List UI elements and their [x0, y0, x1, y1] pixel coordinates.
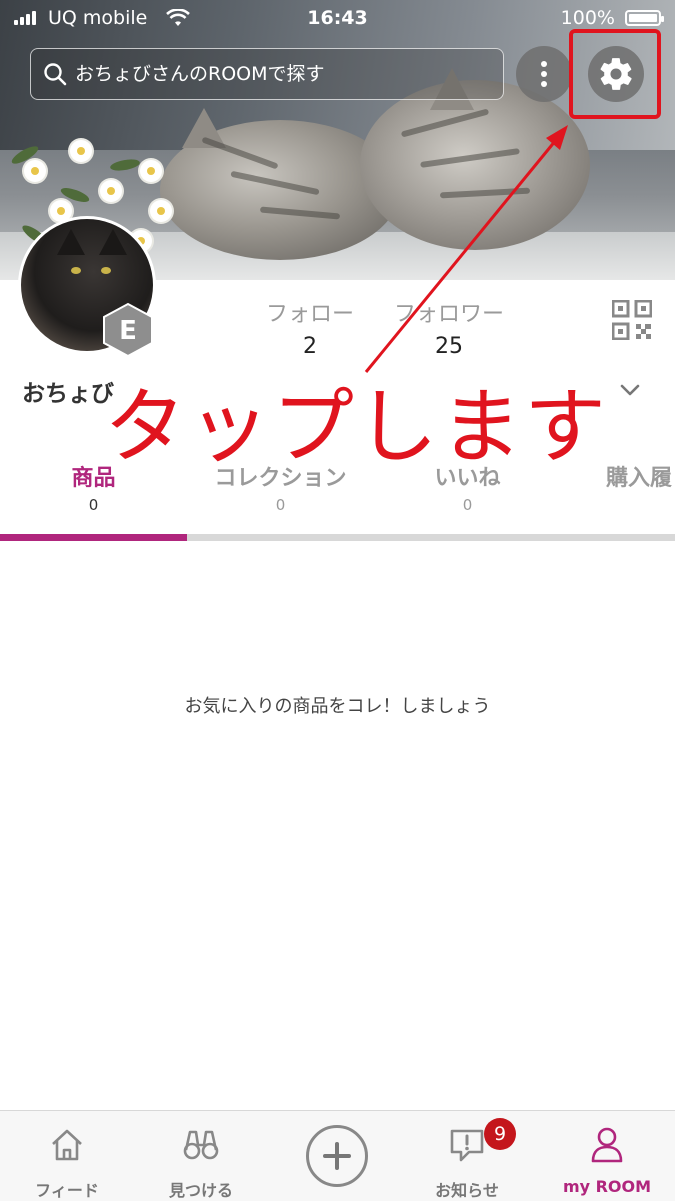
nav-discover[interactable]: 見つける: [146, 1111, 256, 1201]
follow-label: フォロー: [265, 302, 354, 327]
nav-label: 見つける: [168, 1181, 233, 1200]
rank-badge: E: [103, 302, 153, 358]
notification-icon: [450, 1129, 484, 1162]
followers-count: 25: [435, 334, 463, 359]
search-input[interactable]: [75, 49, 495, 99]
content-tabs: 商品 0 コレクション 0 いいね 0 購入履: [0, 460, 675, 542]
tab-products[interactable]: 商品 0: [0, 460, 187, 514]
empty-state-message: お気に入りの商品をコレ！しましょう: [184, 696, 491, 717]
qr-code-icon[interactable]: [612, 300, 652, 340]
chevron-down-icon[interactable]: [618, 378, 642, 402]
rank-letter: E: [119, 316, 137, 346]
tab-count: 0: [462, 496, 473, 514]
tab-label: 商品: [71, 466, 116, 491]
settings-highlight-box: [569, 29, 661, 119]
tab-purchase-history[interactable]: 購入履: [606, 460, 675, 492]
nav-label: フィード: [35, 1181, 99, 1200]
battery-percent: 100%: [560, 7, 615, 29]
nav-my-room[interactable]: my ROOM: [552, 1111, 662, 1201]
follow-stat[interactable]: フォロー 2: [262, 296, 358, 359]
tab-count: 0: [88, 496, 99, 514]
home-icon: [52, 1129, 82, 1161]
nav-feed[interactable]: フィード: [12, 1111, 122, 1201]
more-options-button[interactable]: [516, 46, 572, 102]
binoculars-icon: [183, 1130, 219, 1160]
follow-count: 2: [303, 334, 317, 359]
nav-label: お知らせ: [435, 1181, 499, 1200]
followers-label: フォロワー: [393, 302, 504, 327]
tab-label: 購入履: [606, 466, 673, 491]
bottom-nav: フィード 見つける お知らせ my ROOM: [0, 1110, 675, 1201]
tab-collections[interactable]: コレクション 0: [187, 460, 374, 514]
active-tab-indicator: [0, 534, 187, 541]
battery-icon: [625, 10, 664, 26]
add-item-button[interactable]: [306, 1125, 368, 1187]
person-icon: [591, 1127, 623, 1163]
tab-count: 0: [275, 496, 286, 514]
followers-stat[interactable]: フォロワー 25: [388, 296, 510, 359]
nav-label: my ROOM: [562, 1177, 652, 1196]
tab-label: いいね: [434, 466, 501, 491]
username: おちょび: [22, 381, 114, 407]
tab-label: コレクション: [214, 466, 347, 491]
search-icon: [44, 63, 67, 86]
notification-count-badge: 9: [484, 1118, 516, 1150]
search-bar[interactable]: [30, 48, 504, 100]
tab-likes[interactable]: いいね 0: [374, 460, 561, 514]
